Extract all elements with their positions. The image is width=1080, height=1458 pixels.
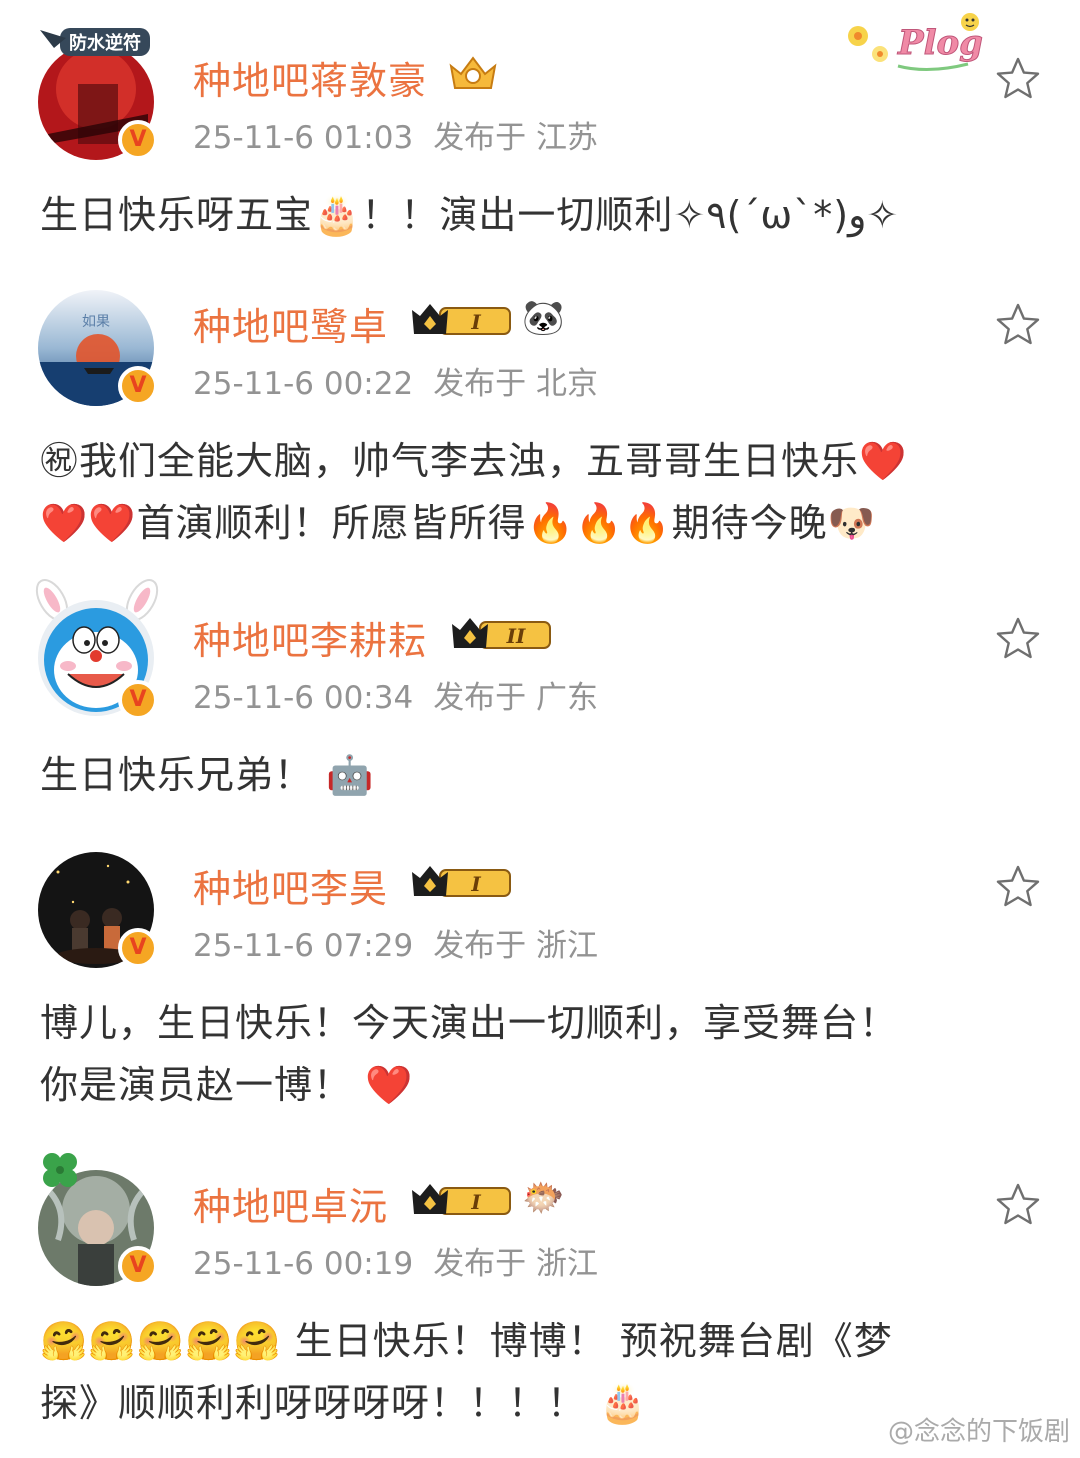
post-content: 生日快乐呀五宝🎂！！演出一切顺利✧٩(ˊωˋ*)و✧ <box>40 184 1040 246</box>
content-line: 🤗🤗🤗🤗🤗 生日快乐！博博！ 预祝舞台剧《梦 <box>40 1319 893 1363</box>
content-line: ㊗我们全能大脑，帅气李去浊，五哥哥生日快乐❤️ <box>40 439 908 483</box>
post-item: 防水逆符 V 种地吧蒋敦豪 25-11-6 01:03 发布于 江苏 生日快乐呀五… <box>0 0 1080 260</box>
svg-text:I: I <box>470 1190 481 1214</box>
post-meta: 25-11-6 00:19 发布于 浙江 <box>193 1238 598 1283</box>
svg-text:I: I <box>470 310 481 334</box>
post-date: 25-11-6 00:19 <box>193 1246 414 1282</box>
post-content: 博儿，生日快乐！今天演出一切顺利，享受舞台！ 你是演员赵一博！ ❤️ <box>40 992 1040 1116</box>
verified-v-icon: V <box>118 928 158 968</box>
post-meta: 25-11-6 00:22 发布于 北京 <box>193 358 598 403</box>
username[interactable]: 种地吧李耕耘 <box>193 610 427 665</box>
content-line: 生日快乐兄弟！ 🤖 <box>40 753 375 797</box>
post-date: 25-11-6 07:29 <box>193 928 414 964</box>
post-content: ㊗我们全能大脑，帅气李去浊，五哥哥生日快乐❤️ ❤️❤️首演顺利！所愿皆所得🔥🔥… <box>40 430 1040 554</box>
panda-emoji-badge: 🐼 <box>522 298 565 338</box>
post-date: 25-11-6 01:03 <box>193 120 414 156</box>
avatar-frame-banner: 防水逆符 <box>40 28 150 56</box>
post-date: 25-11-6 00:22 <box>193 366 414 402</box>
username[interactable]: 种地吧蒋敦豪 <box>193 50 427 105</box>
pufferfish-emoji-badge: 🐡 <box>522 1178 565 1218</box>
svg-text:防水逆符: 防水逆符 <box>69 32 141 54</box>
post-content: 生日快乐兄弟！ 🤖 <box>40 744 1040 806</box>
svg-text:I: I <box>470 872 481 896</box>
content-line: 你是演员赵一博！ ❤️ <box>40 1063 414 1107</box>
post-location: 发布于 广东 <box>433 680 599 716</box>
verified-v-icon: V <box>118 366 158 406</box>
svg-text:II: II <box>506 624 526 648</box>
post-meta: 25-11-6 01:03 发布于 江苏 <box>193 112 598 157</box>
username[interactable]: 种地吧李昊 <box>193 858 388 913</box>
content-line: ❤️❤️首演顺利！所愿皆所得🔥🔥🔥期待今晚🐶 <box>40 501 876 545</box>
star-outline-icon[interactable] <box>995 56 1041 102</box>
post-location: 发布于 浙江 <box>433 928 599 964</box>
verified-v-icon: V <box>118 120 158 160</box>
content-line: 博儿，生日快乐！今天演出一切顺利，享受舞台！ <box>40 1001 899 1045</box>
star-outline-icon[interactable] <box>995 864 1041 910</box>
username[interactable]: 种地吧卓沅 <box>193 1176 388 1231</box>
post-date: 25-11-6 00:34 <box>193 680 414 716</box>
crown-level-badge-icon: I <box>412 304 511 335</box>
verified-v-icon: V <box>118 1246 158 1286</box>
gold-crown-badge-icon <box>449 56 497 89</box>
star-outline-icon[interactable] <box>995 1182 1041 1228</box>
post-location: 发布于 浙江 <box>433 1246 599 1282</box>
username[interactable]: 种地吧鹭卓 <box>193 296 388 351</box>
post-meta: 25-11-6 07:29 发布于 浙江 <box>193 920 598 965</box>
verified-v-icon: V <box>118 680 158 720</box>
post-meta: 25-11-6 00:34 发布于 广东 <box>193 672 598 717</box>
clover-frame-icon <box>43 1153 77 1187</box>
svg-text:如果: 如果 <box>82 314 110 330</box>
crown-level-badge-icon: II <box>452 618 551 649</box>
star-outline-icon[interactable] <box>995 302 1041 348</box>
crown-level-badge-icon: I <box>412 866 511 897</box>
content-line: 生日快乐呀五宝🎂！！演出一切顺利✧٩(ˊωˋ*)و✧ <box>40 193 899 237</box>
post-location: 发布于 北京 <box>433 366 599 402</box>
post-location: 发布于 江苏 <box>433 120 599 156</box>
star-outline-icon[interactable] <box>995 616 1041 662</box>
crown-level-badge-icon: I <box>412 1184 511 1215</box>
watermark: @念念的下饭剧 <box>887 1417 1070 1447</box>
